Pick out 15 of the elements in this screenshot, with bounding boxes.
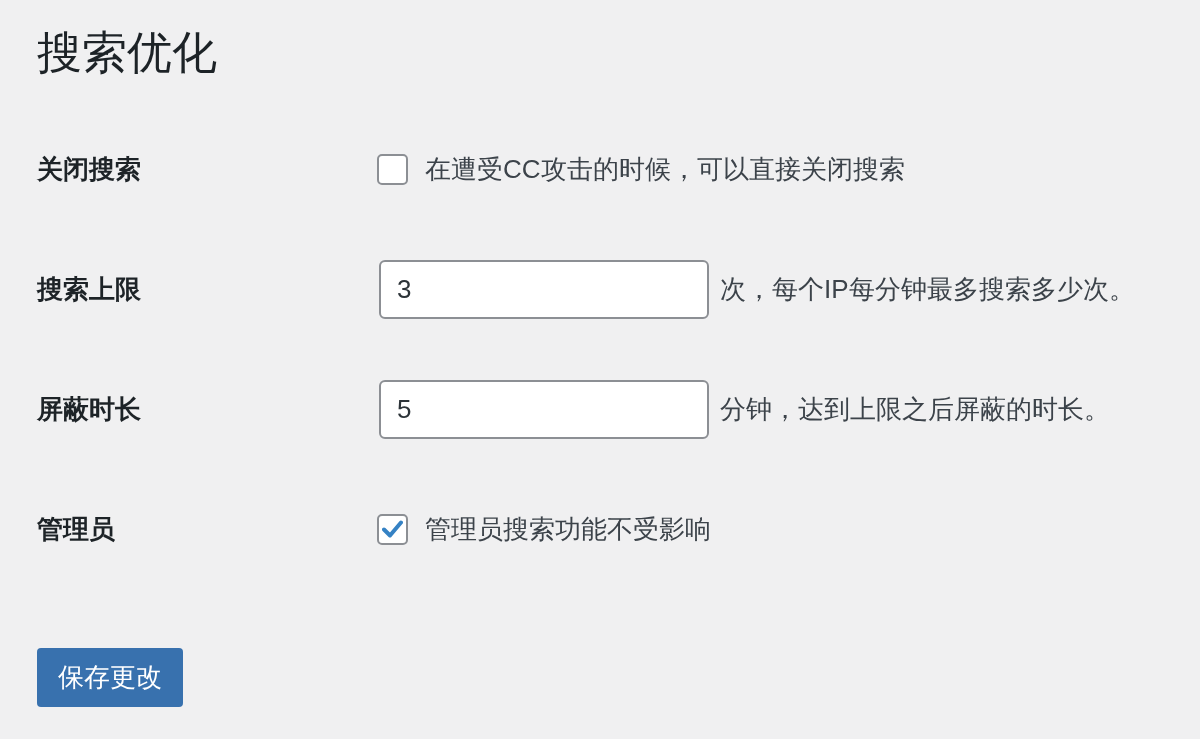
page-title: 搜索优化	[37, 28, 217, 78]
setting-label: 管理员	[37, 512, 115, 546]
setting-label: 搜索上限	[37, 272, 141, 306]
field-description: 分钟，达到上限之后屏蔽的时长。	[720, 392, 1110, 426]
setting-label: 关闭搜索	[37, 152, 141, 186]
save-button[interactable]: 保存更改	[37, 648, 183, 707]
number-field[interactable]: 5	[379, 379, 709, 439]
field-description: 次，每个IP每分钟最多搜索多少次。	[720, 272, 1135, 306]
checkbox-label[interactable]: 管理员搜索功能不受影响	[425, 511, 711, 547]
checkbox-label[interactable]: 在遭受CC攻击的时候，可以直接关闭搜索	[425, 151, 905, 187]
checkmark-icon	[382, 520, 403, 538]
setting-label: 屏蔽时长	[37, 392, 141, 426]
checkbox[interactable]	[377, 153, 408, 185]
checkbox[interactable]	[377, 513, 408, 545]
number-field[interactable]: 3	[379, 259, 709, 319]
